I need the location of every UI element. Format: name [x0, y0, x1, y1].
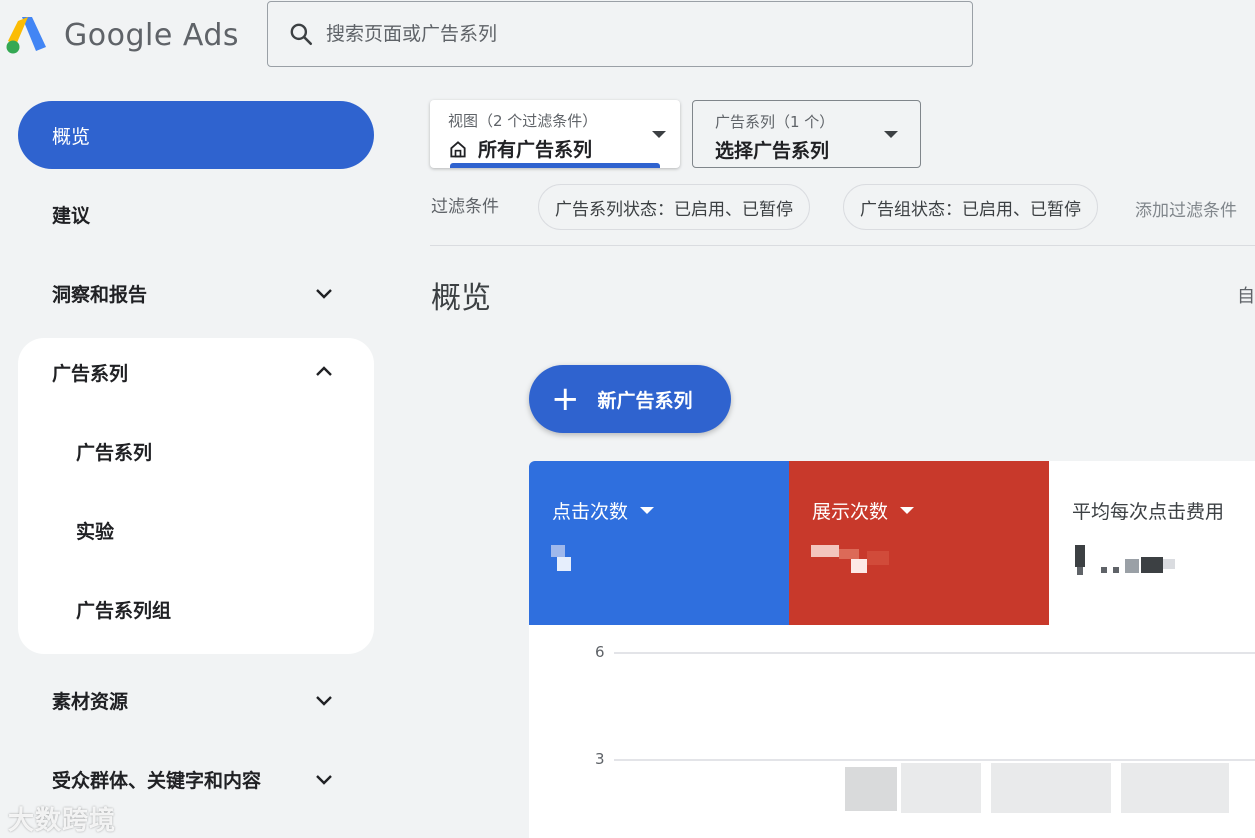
search-box[interactable]	[267, 1, 973, 67]
add-filter-link[interactable]: 添加过滤条件	[1135, 196, 1237, 221]
chevron-down-icon	[316, 696, 332, 706]
dropdown-arrow-icon	[652, 131, 666, 138]
sidebar-item-label: 建议	[52, 204, 91, 227]
performance-chart: 6 3	[529, 625, 1255, 838]
sidebar-item-label: 素材资源	[52, 690, 129, 713]
metric-label-text: 点击次数	[552, 501, 629, 523]
filter-chip-label: 广告组状态：已启用、已暂停	[860, 199, 1081, 220]
sidebar-subitem-label: 广告系列组	[76, 599, 172, 622]
redacted-region	[1121, 763, 1229, 813]
google-ads-logo-icon	[6, 17, 46, 54]
brand-name: Google Ads	[64, 17, 239, 53]
sidebar-item-label: 受众群体、关键字和内容	[52, 769, 262, 792]
campaign-selector-value: 选择广告系列	[715, 140, 830, 162]
campaign-selector-label: 广告系列（1 个）	[715, 113, 835, 131]
page-title: 概览	[431, 281, 491, 316]
view-selector[interactable]: 视图（2 个过滤条件） 所有广告系列	[430, 100, 680, 168]
sidebar-item-recommendations[interactable]: 建议	[18, 180, 374, 248]
sidebar-item-label: 广告系列	[52, 362, 129, 385]
campaign-selector[interactable]: 广告系列（1 个） 选择广告系列	[692, 100, 921, 168]
y-tick-label: 6	[595, 643, 605, 661]
new-campaign-label: 新广告系列	[597, 389, 693, 412]
new-campaign-button[interactable]: + 新广告系列	[529, 365, 731, 433]
chevron-down-icon	[316, 289, 332, 299]
watermark: 大数跨境	[8, 806, 117, 836]
sidebar-item-label: 洞察和报告	[52, 283, 148, 306]
plus-icon: +	[551, 379, 580, 419]
metric-label[interactable]: 展示次数	[812, 497, 915, 524]
sidebar-subitem-campaigns[interactable]: 广告系列	[18, 417, 374, 485]
sidebar-item-insights-reports[interactable]: 洞察和报告	[18, 259, 374, 327]
metric-label-text: 展示次数	[812, 501, 889, 523]
sidebar-subitem-label: 实验	[76, 520, 115, 543]
metric-label-text: 平均每次点击费用	[1072, 501, 1225, 523]
redacted-value	[811, 545, 889, 573]
metric-label[interactable]: 点击次数	[552, 497, 655, 524]
home-icon	[450, 140, 466, 157]
view-selector-value: 所有广告系列	[478, 139, 593, 161]
view-selector-label: 视图（2 个过滤条件）	[448, 112, 598, 130]
truncated-label[interactable]: 自	[1237, 282, 1255, 308]
dropdown-arrow-icon	[640, 507, 655, 514]
google-ads-logo[interactable]: Google Ads	[4, 12, 244, 58]
redacted-value	[551, 545, 571, 571]
metric-card-impressions[interactable]: 展示次数	[789, 461, 1049, 625]
filter-label: 过滤条件	[431, 197, 499, 217]
sidebar-subitem-experiments[interactable]: 实验	[18, 496, 374, 564]
dropdown-arrow-icon	[884, 131, 898, 138]
search-icon	[290, 23, 313, 46]
active-indicator	[450, 163, 660, 168]
redacted-region	[901, 763, 981, 813]
chevron-up-icon	[316, 366, 332, 376]
search-input[interactable]	[326, 23, 926, 45]
divider	[430, 245, 1255, 246]
sidebar-item-label: 概览	[52, 125, 91, 148]
metric-card-avg-cpc[interactable]: 平均每次点击费用	[1049, 461, 1255, 625]
redacted-region	[845, 767, 897, 811]
sidebar-subitem-label: 广告系列	[76, 441, 153, 464]
chevron-down-icon	[316, 775, 332, 785]
dropdown-arrow-icon	[900, 507, 915, 514]
redacted-region	[991, 763, 1111, 813]
y-tick-label: 3	[595, 750, 605, 768]
filter-chip-adgroup-status[interactable]: 广告组状态：已启用、已暂停	[843, 184, 1098, 230]
sidebar-item-overview[interactable]: 概览	[18, 101, 374, 169]
metric-card-clicks[interactable]: 点击次数	[529, 461, 789, 625]
redacted-value	[1075, 545, 1175, 575]
filter-chip-campaign-status[interactable]: 广告系列状态：已启用、已暂停	[538, 184, 810, 230]
sidebar-group-campaigns: 广告系列 广告系列 实验 广告系列组	[18, 338, 374, 654]
sidebar-item-assets[interactable]: 素材资源	[18, 666, 374, 734]
sidebar-item-campaigns[interactable]: 广告系列	[18, 338, 374, 406]
filter-chip-label: 广告系列状态：已启用、已暂停	[555, 199, 793, 220]
metric-label[interactable]: 平均每次点击费用	[1072, 497, 1224, 524]
sidebar-subitem-campaign-groups[interactable]: 广告系列组	[18, 575, 374, 643]
